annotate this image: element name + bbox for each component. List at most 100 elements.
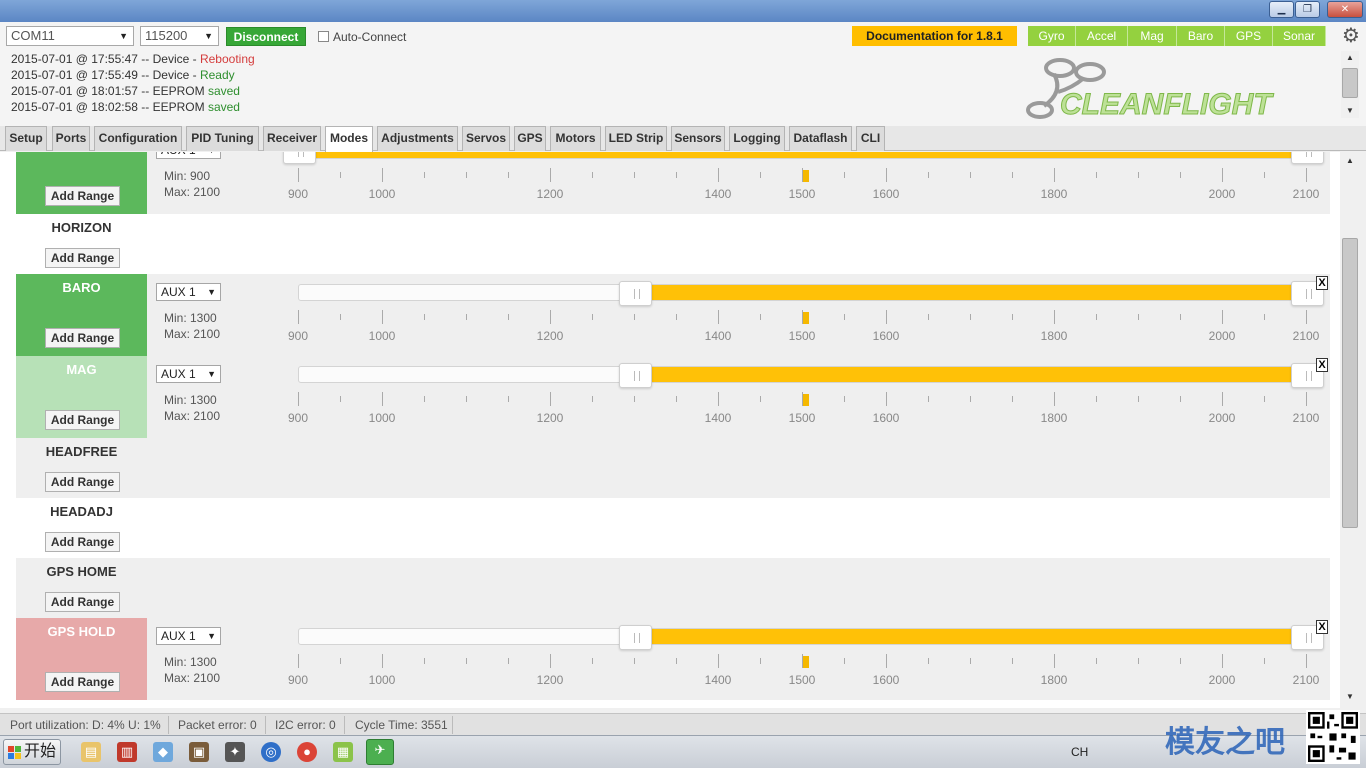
channel-select[interactable]: AUX 1 ▼ <box>156 365 221 383</box>
scroll-up-icon[interactable]: ▲ <box>1341 51 1359 65</box>
tab-led-strip[interactable]: LED Strip <box>605 126 667 151</box>
add-range-button[interactable]: Add Range <box>45 328 120 348</box>
auto-connect-checkbox[interactable] <box>318 31 329 42</box>
range-slider[interactable] <box>298 625 1324 650</box>
scroll-down-icon[interactable]: ▼ <box>1341 104 1359 118</box>
tab-sensors[interactable]: Sensors <box>671 126 725 151</box>
app-icon[interactable]: ◆ <box>153 742 173 762</box>
add-range-button[interactable]: Add Range <box>45 248 120 268</box>
scale-tick <box>718 168 719 182</box>
restore-button[interactable]: ❐ <box>1295 1 1320 18</box>
add-range-button[interactable]: Add Range <box>45 410 120 430</box>
remove-range-button[interactable]: X <box>1316 620 1328 634</box>
tab-receiver[interactable]: Receiver <box>263 126 321 151</box>
gear-icon[interactable]: ⚙ <box>1340 25 1362 47</box>
add-range-button[interactable]: Add Range <box>45 672 120 692</box>
range-scale: 900 1000 1200 1400 1500 1600 1800 2000 2100 <box>288 168 1319 202</box>
range-min-handle[interactable] <box>619 281 652 306</box>
mode-name-column: HORIZON Add Range <box>16 214 147 274</box>
scale-label: 1500 <box>788 187 816 201</box>
scale-tick <box>1180 396 1181 402</box>
baud-value: 115200 <box>145 28 188 43</box>
sensor-mag: Mag <box>1128 26 1177 46</box>
add-range-button[interactable]: Add Range <box>45 532 120 552</box>
start-button[interactable]: 开始 <box>3 739 61 765</box>
scale-tick <box>550 654 551 668</box>
scroll-thumb[interactable] <box>1342 68 1358 98</box>
apps-grid-icon[interactable]: ▦ <box>333 742 353 762</box>
browser-icon[interactable]: ◎ <box>261 742 281 762</box>
disconnect-button[interactable]: Disconnect <box>226 27 306 46</box>
log-scrollbar[interactable]: ▲ ▼ <box>1341 51 1359 118</box>
scroll-up-icon[interactable]: ▲ <box>1341 154 1359 168</box>
tab-adjustments[interactable]: Adjustments <box>377 126 458 151</box>
channel-select[interactable]: AUX 1 ▼ <box>156 283 221 301</box>
tool-icon[interactable]: ✦ <box>225 742 245 762</box>
add-range-button[interactable]: Add Range <box>45 186 120 206</box>
port-select[interactable]: COM11 ▼ <box>6 26 134 46</box>
chrome-icon[interactable]: ● <box>297 742 317 762</box>
range-slider[interactable] <box>298 363 1324 388</box>
baud-select[interactable]: 115200 ▼ <box>140 26 219 46</box>
tab-modes[interactable]: Modes <box>325 126 373 152</box>
remove-range-button[interactable]: X <box>1316 358 1328 372</box>
auto-connect-label: Auto-Connect <box>333 30 407 44</box>
channel-select[interactable]: AUX 1 ▼ <box>156 627 221 645</box>
cleanflight-task-icon[interactable]: ✈ <box>366 739 394 765</box>
scroll-thumb[interactable] <box>1342 238 1358 528</box>
tab-servos[interactable]: Servos <box>462 126 510 151</box>
scale-tick <box>676 658 677 664</box>
library-icon[interactable]: ▥ <box>117 742 137 762</box>
scale-tick <box>466 396 467 402</box>
tab-dataflash[interactable]: Dataflash <box>789 126 852 151</box>
mode-horizon: HORIZON Add Range <box>16 214 1330 274</box>
add-range-button[interactable]: Add Range <box>45 592 120 612</box>
media-icon[interactable]: ▣ <box>189 742 209 762</box>
mode-name-column: HEADADJ Add Range <box>16 498 147 558</box>
close-button[interactable]: ✕ <box>1327 1 1363 18</box>
modes-scrollbar[interactable]: ▲ ▼ <box>1341 152 1359 708</box>
chevron-down-icon: ▼ <box>207 287 216 297</box>
range-slider[interactable] <box>283 152 1324 164</box>
tab-cli[interactable]: CLI <box>856 126 885 151</box>
tab-gps[interactable]: GPS <box>514 126 546 151</box>
range-min-handle[interactable] <box>619 363 652 388</box>
tab-ports[interactable]: Ports <box>52 126 90 151</box>
scale-label: 900 <box>287 187 309 201</box>
scale-tick <box>928 172 929 178</box>
range-slider[interactable] <box>298 281 1324 306</box>
auto-connect-toggle[interactable]: Auto-Connect <box>318 30 406 44</box>
tab-logging[interactable]: Logging <box>729 126 785 151</box>
language-indicator[interactable]: CH <box>1071 745 1088 759</box>
range-min-handle[interactable] <box>619 625 652 650</box>
scale-tick <box>382 654 383 668</box>
tab-setup[interactable]: Setup <box>5 126 47 151</box>
scale-tick <box>760 172 761 178</box>
chevron-down-icon: ▼ <box>204 31 213 41</box>
range-max-label: Max: 2100 <box>164 185 221 199</box>
tab-motors[interactable]: Motors <box>550 126 601 151</box>
mode-mag: MAG Add Range AUX 1 ▼ Min: 1300 Max: 2100 900 1… <box>16 356 1330 438</box>
scale-tick <box>844 396 845 402</box>
scale-tick <box>592 396 593 402</box>
scale-tick <box>1012 396 1013 402</box>
scale-tick <box>1138 658 1139 664</box>
scale-tick <box>1012 314 1013 320</box>
range-min-handle[interactable] <box>283 152 316 164</box>
mode-name-column: GPS HOME Add Range <box>16 558 147 618</box>
tab-configuration[interactable]: Configuration <box>94 126 182 151</box>
scale-label: 1500 <box>788 411 816 425</box>
add-range-button[interactable]: Add Range <box>45 472 120 492</box>
documentation-button[interactable]: Documentation for 1.8.1 <box>852 26 1017 46</box>
remove-range-button[interactable]: X <box>1316 276 1328 290</box>
range-max-handle[interactable] <box>1291 152 1324 164</box>
scale-tick <box>1264 314 1265 320</box>
cycle-time: Cycle Time: 3551 <box>355 718 448 732</box>
scale-label: 1200 <box>536 673 564 687</box>
channel-select[interactable]: AUX 1 ▼ <box>156 152 221 159</box>
chevron-down-icon: ▼ <box>207 631 216 641</box>
folder-icon[interactable]: ▤ <box>81 742 101 762</box>
scroll-down-icon[interactable]: ▼ <box>1341 690 1359 704</box>
minimize-button[interactable]: ▁ <box>1269 1 1294 18</box>
tab-pid-tuning[interactable]: PID Tuning <box>186 126 259 151</box>
